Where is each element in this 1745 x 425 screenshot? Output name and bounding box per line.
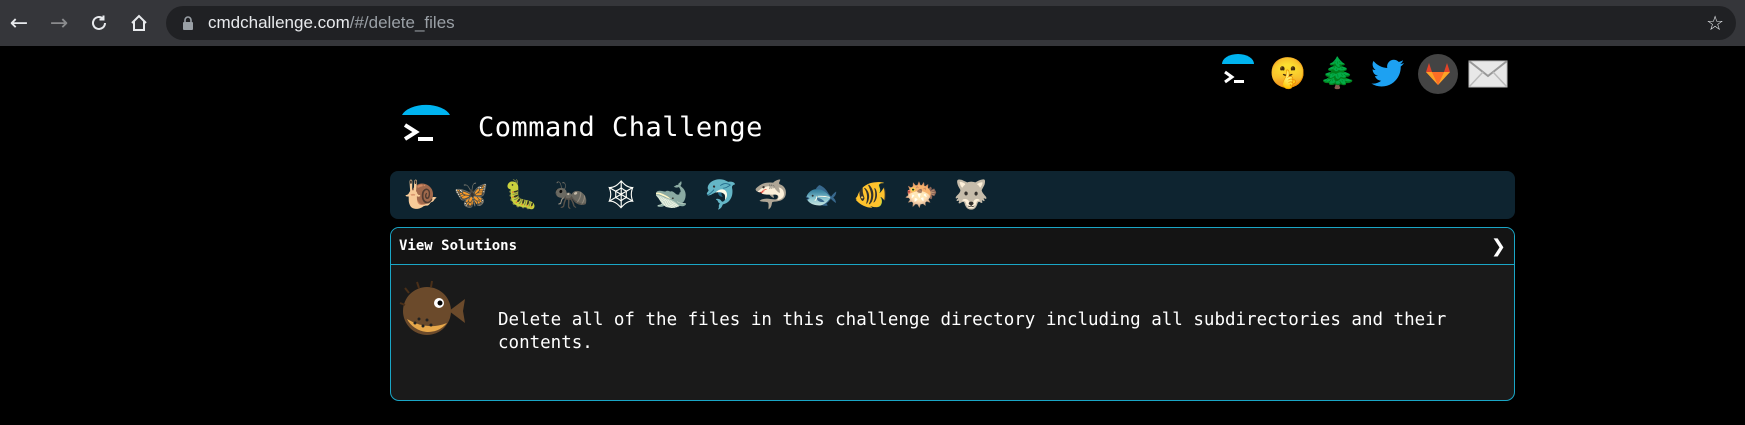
level-shark-icon[interactable]: 🦈 (750, 174, 792, 216)
level-snail-icon[interactable]: 🐌 (400, 174, 442, 216)
gitlab-icon[interactable] (1418, 54, 1458, 94)
level-wolf-icon[interactable]: 🐺 (950, 174, 992, 216)
home-icon[interactable] (124, 8, 154, 38)
back-arrow-icon[interactable]: ← (4, 8, 34, 38)
view-solutions-label: View Solutions (399, 238, 518, 254)
chevron-right-icon: ❯ (1490, 235, 1506, 257)
shh-emoji-icon[interactable]: 🤫 (1268, 54, 1308, 94)
level-ant-icon[interactable]: 🐜 (550, 174, 592, 216)
level-caterpillar-icon[interactable]: 🐛 (500, 174, 542, 216)
email-icon[interactable] (1468, 54, 1508, 94)
url-host: cmdchallenge.com (208, 13, 350, 32)
url-text: cmdchallenge.com/#/delete_files (208, 13, 455, 33)
tree-icon[interactable]: 🌲 (1318, 54, 1358, 94)
address-bar[interactable]: cmdchallenge.com/#/delete_files ☆ (166, 6, 1736, 40)
brand: Command Challenge (400, 103, 763, 151)
url-path: /#/delete_files (349, 13, 455, 32)
terminal-logo-icon[interactable] (400, 103, 454, 151)
challenge-panel: View Solutions ❯ Delete all of the files… (390, 227, 1515, 401)
cmdchallenge-logo-icon[interactable] (1218, 54, 1258, 94)
level-dolphin-icon[interactable]: 🐬 (700, 174, 742, 216)
level-tropical-fish-icon[interactable]: 🐠 (850, 174, 892, 216)
browser-toolbar: ← → cmdchallenge.com/#/delete_files ☆ (0, 0, 1745, 46)
reload-icon[interactable] (84, 8, 114, 38)
level-butterfly-icon[interactable]: 🦋 (450, 174, 492, 216)
level-blowfish-icon[interactable]: 🐡 (900, 174, 942, 216)
blowfish-icon (399, 279, 469, 341)
level-spider-web-icon[interactable]: 🕸 (600, 174, 642, 216)
level-fish-icon[interactable]: 🐟 (800, 174, 842, 216)
lock-icon (183, 16, 193, 30)
level-whale-icon[interactable]: 🐋 (650, 174, 692, 216)
view-solutions-toggle[interactable]: View Solutions ❯ (391, 228, 1514, 265)
page-content: 🤫 🌲 Command Challenge 🐌 🦋 🐛 🐜 🕸 🐋 🐬 🦈 🐟 … (0, 46, 1745, 425)
challenge-description: Delete all of the files in this challeng… (498, 310, 1447, 353)
bookmark-star-icon[interactable]: ☆ (1706, 11, 1724, 35)
page-title: Command Challenge (478, 111, 763, 143)
challenge-body: Delete all of the files in this challeng… (391, 265, 1514, 400)
forward-arrow-icon[interactable]: → (44, 8, 74, 38)
header-links: 🤫 🌲 (1218, 51, 1508, 97)
twitter-icon[interactable] (1368, 54, 1408, 94)
level-bar: 🐌 🦋 🐛 🐜 🕸 🐋 🐬 🦈 🐟 🐠 🐡 🐺 (390, 171, 1515, 219)
